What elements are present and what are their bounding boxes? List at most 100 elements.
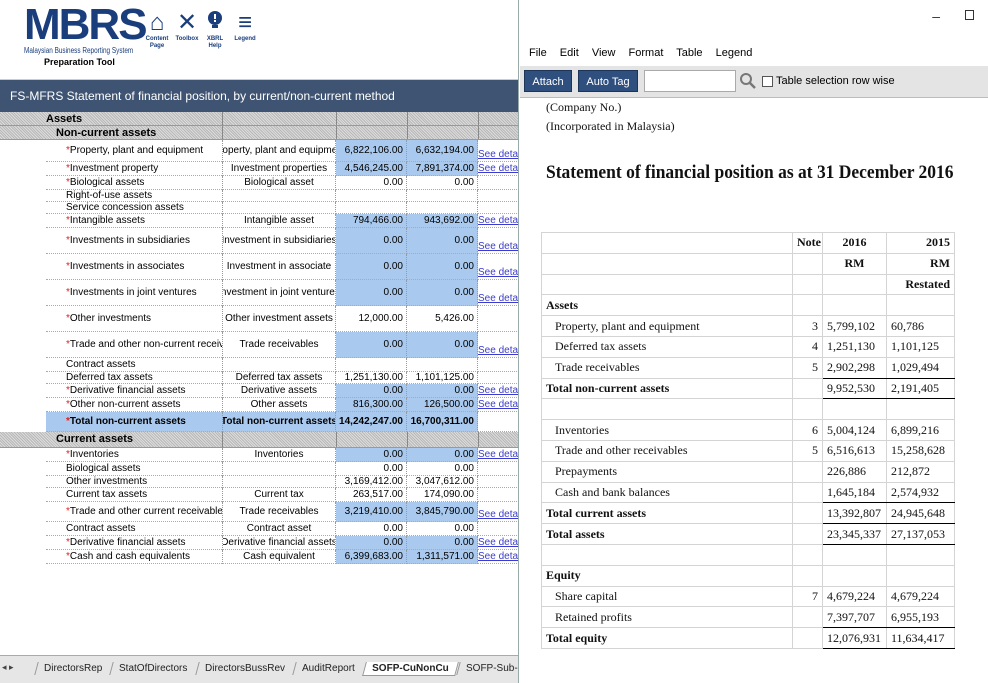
see-details-link[interactable]: See details [478, 550, 518, 564]
value-prior-year[interactable]: 6,632,194.00 [407, 140, 478, 162]
value-current-year[interactable]: 0.00 [336, 448, 407, 462]
value-prior-year[interactable]: 1,101,125.00 [407, 372, 478, 384]
value-prior-year[interactable]: 0.00 [407, 332, 478, 358]
value-prior-year[interactable]: 126,500.00 [407, 398, 478, 412]
value-2016 [822, 564, 887, 587]
value-prior-year[interactable]: 1,311,571.00 [407, 550, 478, 564]
value-current-year[interactable]: 0.00 [336, 522, 407, 536]
value-current-year[interactable]: 0.00 [336, 254, 407, 280]
value-current-year[interactable]: 794,466.00 [336, 214, 407, 228]
value-prior-year[interactable]: 5,426.00 [407, 306, 478, 332]
sheet-tab[interactable]: SOFP-Sub-CuNonCu [456, 662, 518, 675]
value-current-year[interactable]: 6,399,683.00 [336, 550, 407, 564]
value-current-year[interactable]: 1,251,130.00 [336, 372, 407, 384]
value-current-year[interactable]: 263,517.00 [336, 488, 407, 502]
value-prior-year[interactable] [407, 202, 478, 214]
value-prior-year[interactable]: 174,090.00 [407, 488, 478, 502]
value-prior-year[interactable]: 943,692.00 [407, 214, 478, 228]
value-prior-year[interactable] [407, 358, 478, 372]
xbrl-help-button[interactable]: XBRL Help [200, 10, 230, 50]
table-row: Total non-current assets 9,952,530 2,191,4… [541, 377, 955, 400]
auto-tag-button[interactable]: Auto Tag [578, 70, 638, 92]
value-current-year[interactable]: 816,300.00 [336, 398, 407, 412]
menu-legend[interactable]: Legend [716, 47, 753, 59]
sheet-tab[interactable]: StatOfDirectors [109, 662, 197, 675]
value-current-year[interactable]: 0.00 [336, 462, 407, 476]
see-details-link[interactable]: See details [478, 140, 518, 162]
see-details-link[interactable]: See details [478, 448, 518, 462]
value-current-year[interactable]: 3,219,410.00 [336, 502, 407, 522]
row-tag [222, 462, 336, 476]
minimize-button[interactable]: – [932, 8, 940, 24]
see-details-link[interactable]: See details [478, 214, 518, 228]
menu-format[interactable]: Format [629, 47, 664, 59]
value-current-year[interactable]: 0.00 [336, 332, 407, 358]
details-empty [478, 190, 518, 202]
value-current-year[interactable]: 0.00 [336, 384, 407, 398]
maximize-button[interactable] [965, 10, 974, 20]
value-current-year[interactable] [336, 190, 407, 202]
value-prior-year[interactable]: 0.00 [407, 280, 478, 306]
value-current-year[interactable]: 6,822,106.00 [336, 140, 407, 162]
sheet-tab[interactable]: SOFP-CuNonCu [361, 662, 459, 676]
sheet-nav-arrows[interactable]: ◂ ▸ [2, 662, 14, 673]
sheet-tab[interactable]: AuditReport [292, 662, 364, 675]
row-tag: Other assets [222, 398, 336, 412]
value-current-year[interactable]: 3,169,412.00 [336, 476, 407, 488]
see-details-link[interactable]: See details [478, 254, 518, 280]
row-label: Other investments [46, 476, 222, 488]
attach-button[interactable]: Attach [524, 70, 572, 92]
menu-bar: File Edit View Format Table Legend [520, 42, 988, 66]
value-current-year[interactable]: 12,000.00 [336, 306, 407, 332]
value-prior-year[interactable]: 0.00 [407, 522, 478, 536]
see-details-link[interactable]: See details [478, 228, 518, 254]
sheet-tab[interactable]: DirectorsRep [34, 662, 112, 675]
search-input[interactable] [644, 70, 736, 92]
value-current-year[interactable]: 0.00 [336, 228, 407, 254]
value-prior-year[interactable]: 0.00 [407, 536, 478, 550]
menu-view[interactable]: View [592, 47, 616, 59]
value-prior-year[interactable]: 0.00 [407, 176, 478, 190]
content-page-button[interactable]: ⌂ Content Page [142, 10, 172, 50]
row-label-text: Investments in joint ventures [69, 287, 197, 298]
search-icon[interactable] [738, 71, 758, 91]
value-current-year[interactable]: 0.00 [336, 536, 407, 550]
see-details-link[interactable]: See details [478, 398, 518, 412]
menu-edit[interactable]: Edit [560, 47, 579, 59]
legend-button[interactable]: ≡ Legend [230, 10, 260, 43]
financial-table[interactable]: Note 2016 2015 RM RM Restated Assets Property, … [541, 232, 955, 649]
value-2015: 15,258,628 [886, 439, 955, 462]
value-prior-year[interactable]: 0.00 [407, 448, 478, 462]
menu-file[interactable]: File [529, 47, 547, 59]
toolbox-button[interactable]: ✕ Toolbox [172, 10, 202, 43]
value-prior-year[interactable]: 0.00 [407, 228, 478, 254]
see-details-link[interactable]: See details [478, 536, 518, 550]
row-label-text: Right-of-use assets [66, 190, 153, 201]
table-selection-checkbox[interactable] [762, 76, 773, 87]
value-prior-year[interactable]: 0.00 [407, 384, 478, 398]
value-prior-year[interactable]: 16,700,311.00 [407, 412, 478, 432]
value-prior-year[interactable]: 7,891,374.00 [407, 162, 478, 176]
see-details-link[interactable]: See details [478, 332, 518, 358]
logo-subtitle: Malaysian Business Reporting System [24, 46, 134, 55]
value-current-year[interactable]: 0.00 [336, 176, 407, 190]
value-current-year[interactable]: 4,546,245.00 [336, 162, 407, 176]
value-prior-year[interactable]: 0.00 [407, 462, 478, 476]
value-prior-year[interactable]: 3,047,612.00 [407, 476, 478, 488]
value-prior-year[interactable] [407, 190, 478, 202]
see-details-link[interactable]: See details [478, 280, 518, 306]
left-pane: MBRS " Malaysian Business Reporting Syst… [0, 0, 519, 683]
see-details-link[interactable]: See details [478, 384, 518, 398]
sheet-tab[interactable]: DirectorsBussRev [194, 662, 294, 675]
value-current-year[interactable] [336, 358, 407, 372]
value-prior-year[interactable]: 0.00 [407, 254, 478, 280]
menu-table[interactable]: Table [676, 47, 702, 59]
see-details-link[interactable]: See details [478, 162, 518, 176]
row-tag: Derivative assets [222, 384, 336, 398]
value-current-year[interactable] [336, 202, 407, 214]
value-current-year[interactable]: 14,242,247.00 [336, 412, 407, 432]
note-cell [792, 523, 823, 545]
see-details-link[interactable]: See details [478, 502, 518, 522]
value-current-year[interactable]: 0.00 [336, 280, 407, 306]
value-prior-year[interactable]: 3,845,790.00 [407, 502, 478, 522]
